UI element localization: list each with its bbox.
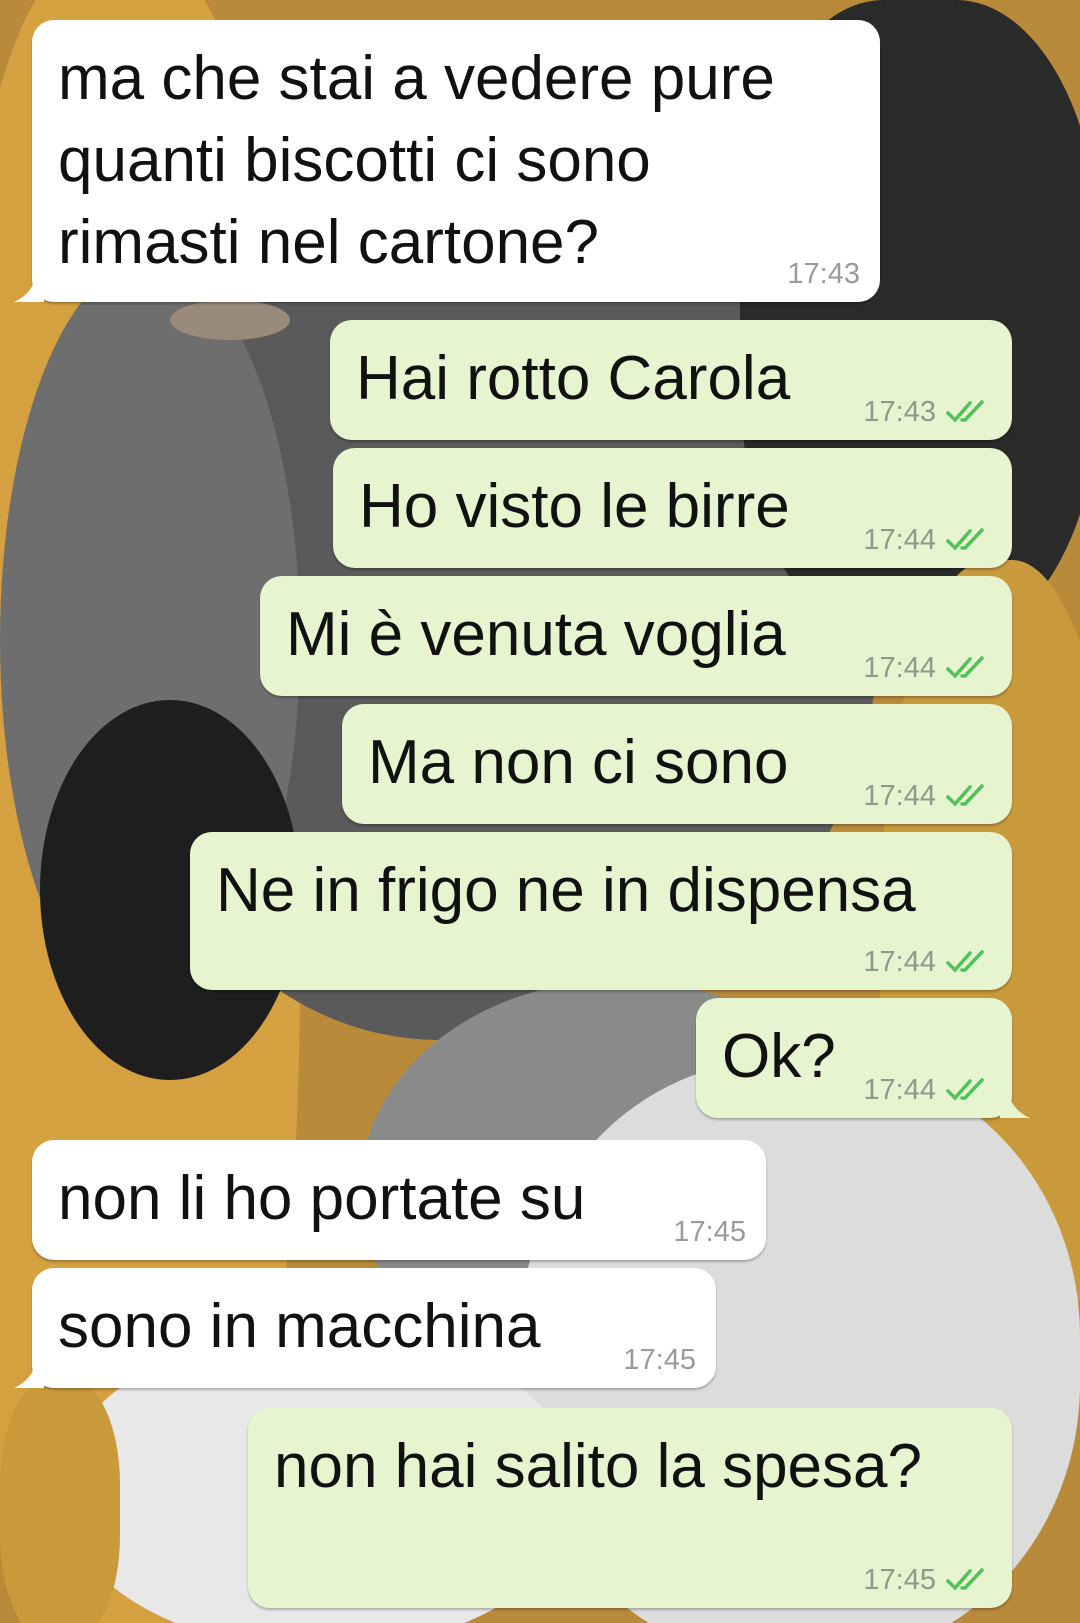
message-text: Ne in frigo ne in dispensa xyxy=(216,856,916,925)
message-bubble-incoming[interactable]: ma che stai a vedere pure quanti biscott… xyxy=(14,20,880,302)
message-bubble-outgoing[interactable]: non hai salito la spesa? 17:45 xyxy=(248,1408,1012,1608)
message-time: 17:44 xyxy=(863,946,936,978)
message-bubble-outgoing[interactable]: Mi è venuta voglia 17:44 xyxy=(260,576,1012,696)
message-bubble-outgoing[interactable]: Ho visto le birre 17:44 xyxy=(333,448,1012,568)
double-check-icon xyxy=(946,950,984,973)
double-check-icon xyxy=(946,1568,984,1591)
message-bubble-outgoing[interactable]: Ma non ci sono 17:44 xyxy=(342,704,1012,824)
message-meta: 17:44 xyxy=(863,524,992,556)
message-time: 17:44 xyxy=(863,524,936,556)
message-meta: 17:45 xyxy=(623,1344,696,1376)
double-check-icon xyxy=(946,784,984,807)
message-meta: 17:44 xyxy=(863,652,992,684)
message-time: 17:45 xyxy=(863,1564,936,1596)
double-check-icon xyxy=(946,400,984,423)
message-text: ma che stai a vedere pure quanti biscott… xyxy=(58,44,775,277)
message-time: 17:44 xyxy=(863,780,936,812)
message-bubble-outgoing[interactable]: Ne in frigo ne in dispensa 17:44 xyxy=(190,832,1012,990)
message-time: 17:43 xyxy=(863,396,936,428)
message-bubble-incoming[interactable]: non li ho portate su 17:45 xyxy=(32,1140,766,1260)
message-time: 17:44 xyxy=(863,652,936,684)
message-meta: 17:44 xyxy=(863,780,992,812)
message-time: 17:43 xyxy=(787,258,860,290)
message-time: 17:45 xyxy=(673,1216,746,1248)
message-text: non hai salito la spesa? xyxy=(274,1432,923,1501)
message-text: sono in macchina xyxy=(58,1292,541,1361)
message-time: 17:45 xyxy=(623,1344,696,1376)
message-meta: 17:44 xyxy=(863,946,992,978)
message-bubble-outgoing[interactable]: Hai rotto Carola 17:43 xyxy=(330,320,1012,440)
message-bubble-outgoing[interactable]: Ok? 17:44 xyxy=(696,998,1030,1118)
message-meta: 17:45 xyxy=(673,1216,746,1248)
double-check-icon xyxy=(946,528,984,551)
message-bubble-incoming[interactable]: sono in macchina 17:45 xyxy=(14,1268,716,1388)
message-meta: 17:43 xyxy=(863,396,992,428)
message-text: non li ho portate su xyxy=(58,1164,586,1233)
message-meta: 17:43 xyxy=(787,258,860,290)
bubble-tail xyxy=(14,1362,44,1388)
bubble-tail xyxy=(14,276,44,302)
message-time: 17:44 xyxy=(863,1074,936,1106)
message-meta: 17:44 xyxy=(863,1074,992,1106)
double-check-icon xyxy=(946,1078,984,1101)
bubble-tail xyxy=(1000,1092,1030,1118)
double-check-icon xyxy=(946,656,984,679)
message-meta: 17:45 xyxy=(863,1564,992,1596)
